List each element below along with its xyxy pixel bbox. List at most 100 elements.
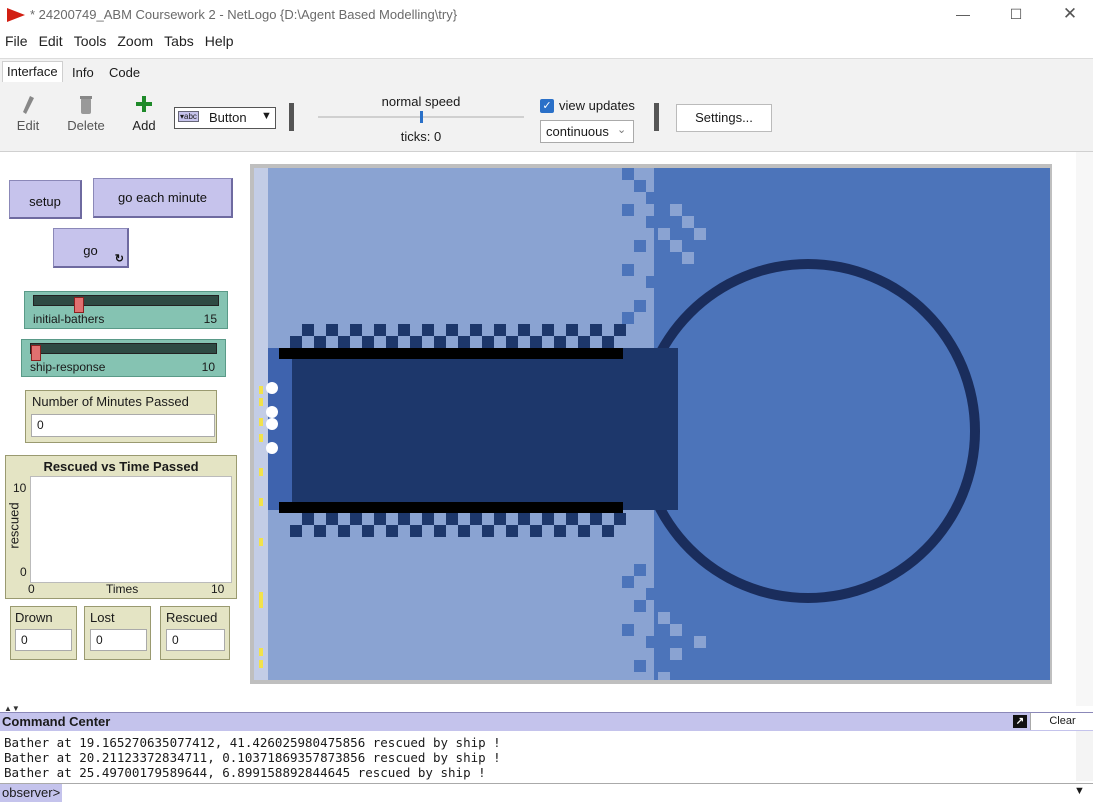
minimize-icon[interactable]: — bbox=[943, 2, 983, 26]
transition-cell bbox=[646, 192, 658, 204]
widget-type-select[interactable]: ▾abc Button ▼ bbox=[174, 107, 276, 129]
monitor-value: 0 bbox=[15, 629, 72, 651]
shore-marker bbox=[259, 434, 263, 442]
output-line: Bather at 25.49700179589644, 6.899158892… bbox=[4, 765, 486, 780]
checker-cell bbox=[506, 525, 518, 537]
checker-cell bbox=[578, 525, 590, 537]
checker-cell bbox=[326, 324, 338, 336]
expand-icon[interactable]: ↗ bbox=[1013, 715, 1027, 728]
go-button[interactable]: go ↻ bbox=[53, 228, 129, 268]
plot-ymin: 0 bbox=[20, 565, 27, 579]
menu-zoom[interactable]: Zoom bbox=[117, 33, 153, 49]
clear-button[interactable]: Clear bbox=[1030, 713, 1093, 730]
checker-cell bbox=[482, 525, 494, 537]
output-scrollbar[interactable] bbox=[1076, 731, 1093, 781]
transition-cell bbox=[622, 168, 634, 180]
go-each-minute-button[interactable]: go each minute bbox=[93, 178, 233, 218]
settings-button[interactable]: Settings... bbox=[676, 104, 772, 132]
checker-cell bbox=[542, 513, 554, 525]
checker-cell bbox=[398, 324, 410, 336]
checker-cell bbox=[614, 513, 626, 525]
checker-cell bbox=[326, 513, 338, 525]
channel-wall-top bbox=[279, 348, 623, 359]
checker-cell bbox=[302, 324, 314, 336]
menu-help[interactable]: Help bbox=[205, 33, 234, 49]
plot-xmin: 0 bbox=[28, 582, 35, 596]
checker-cell bbox=[470, 513, 482, 525]
transition-cell bbox=[670, 240, 682, 252]
transition-cell bbox=[622, 624, 634, 636]
checker-cell bbox=[434, 525, 446, 537]
checker-cell bbox=[446, 513, 458, 525]
checker-cell bbox=[290, 336, 302, 348]
plot-xlabel: Times bbox=[106, 582, 139, 596]
channel-wall-bottom bbox=[279, 502, 623, 513]
transition-cell bbox=[658, 612, 670, 624]
window-title: * 24200749_ABM Coursework 2 - NetLogo {D… bbox=[30, 7, 458, 22]
bather bbox=[266, 418, 278, 430]
checker-cell bbox=[518, 513, 530, 525]
shore-marker bbox=[259, 538, 263, 546]
edit-button[interactable]: Edit bbox=[10, 95, 46, 133]
checker-cell bbox=[458, 336, 470, 348]
close-icon[interactable]: ✕ bbox=[1050, 2, 1090, 26]
vertical-scrollbar[interactable] bbox=[1076, 152, 1093, 706]
plot-xmax: 10 bbox=[211, 582, 225, 596]
checker-cell bbox=[578, 336, 590, 348]
go-button-label: go bbox=[83, 243, 98, 258]
checker-cell bbox=[542, 324, 554, 336]
transition-cell bbox=[682, 216, 694, 228]
view-updates-checkbox[interactable]: ✓ bbox=[540, 99, 554, 113]
delete-button[interactable]: Delete bbox=[64, 95, 108, 133]
monitor-label: Number of Minutes Passed bbox=[32, 394, 189, 409]
checker-cell bbox=[386, 525, 398, 537]
shore-marker bbox=[259, 398, 263, 406]
tab-interface[interactable]: Interface bbox=[2, 61, 63, 82]
slider-knob[interactable] bbox=[74, 297, 85, 313]
chevron-down-icon[interactable]: ▼ bbox=[1074, 785, 1085, 797]
slider-knob[interactable] bbox=[31, 345, 41, 361]
speed-slider[interactable] bbox=[318, 111, 524, 123]
menu-tools[interactable]: Tools bbox=[74, 33, 107, 49]
transition-cell bbox=[682, 252, 694, 264]
checker-cell bbox=[374, 324, 386, 336]
menu-tabs[interactable]: Tabs bbox=[164, 33, 194, 49]
slider-track[interactable] bbox=[33, 295, 219, 313]
checker-cell bbox=[434, 336, 446, 348]
rip-channel bbox=[282, 348, 678, 510]
world-view[interactable] bbox=[254, 168, 1050, 680]
update-mode-select[interactable]: continuous ⌄ bbox=[540, 120, 634, 143]
setup-button[interactable]: setup bbox=[9, 180, 82, 219]
ship-response-slider[interactable]: ship-response 10 bbox=[21, 339, 226, 377]
plot-ymax: 10 bbox=[13, 481, 27, 495]
transition-cell bbox=[658, 672, 670, 680]
checker-cell bbox=[554, 525, 566, 537]
transition-cell bbox=[634, 300, 646, 312]
checker-cell bbox=[566, 513, 578, 525]
monitor-label: Lost bbox=[90, 610, 115, 625]
observer-prompt[interactable]: observer> bbox=[0, 784, 63, 802]
command-input[interactable] bbox=[64, 785, 1069, 800]
checker-cell bbox=[506, 336, 518, 348]
checker-cell bbox=[458, 525, 470, 537]
slider-track[interactable] bbox=[30, 343, 217, 361]
checker-cell bbox=[314, 525, 326, 537]
add-label: Add bbox=[132, 118, 156, 133]
chevron-down-icon: ⌄ bbox=[617, 124, 627, 136]
initial-bathers-slider[interactable]: initial-bathers 15 bbox=[24, 291, 228, 329]
transition-cell bbox=[634, 564, 646, 576]
tab-code[interactable]: Code bbox=[105, 63, 144, 83]
trash-icon bbox=[80, 96, 92, 114]
chevron-down-icon: ▼ bbox=[261, 110, 272, 122]
checker-cell bbox=[554, 336, 566, 348]
shore-marker bbox=[259, 660, 263, 668]
menu-edit[interactable]: Edit bbox=[39, 33, 63, 49]
add-button[interactable]: Add bbox=[128, 95, 160, 133]
slider-value: 10 bbox=[201, 360, 215, 374]
menu-bar: File Edit Tools Zoom Tabs Help bbox=[0, 33, 240, 53]
menu-file[interactable]: File bbox=[5, 33, 28, 49]
tab-info[interactable]: Info bbox=[68, 63, 98, 83]
speed-slider-knob[interactable] bbox=[420, 111, 423, 123]
maximize-icon[interactable]: ☐ bbox=[996, 2, 1036, 26]
checker-cell bbox=[410, 336, 422, 348]
